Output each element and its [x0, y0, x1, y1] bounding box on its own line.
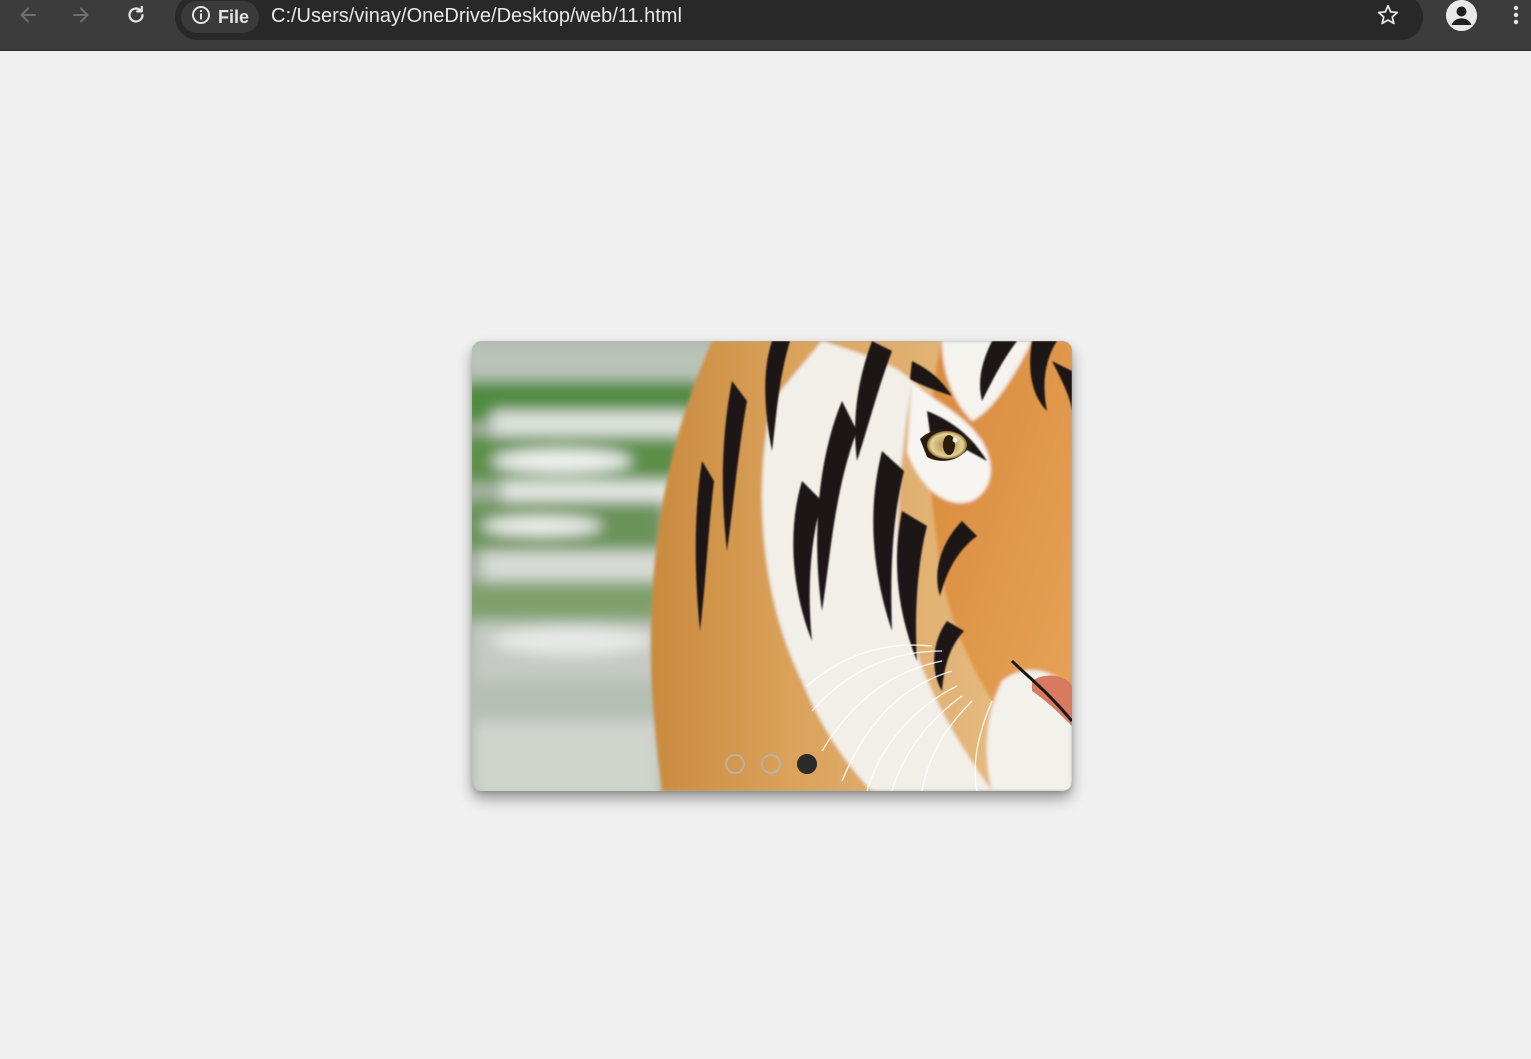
bookmark-button[interactable] [1373, 2, 1403, 32]
slider-dot-1[interactable] [725, 754, 745, 774]
back-arrow-icon [17, 4, 39, 26]
image-slider [472, 341, 1072, 791]
forward-button[interactable] [63, 0, 99, 30]
browser-toolbar: File C:/Users/vinay/OneDrive/Desktop/web… [0, 0, 1531, 51]
info-icon [191, 5, 211, 30]
back-button[interactable] [10, 0, 46, 30]
profile-avatar-icon [1446, 0, 1477, 31]
address-bar[interactable]: File C:/Users/vinay/OneDrive/Desktop/web… [175, 0, 1423, 40]
star-icon [1376, 3, 1400, 32]
reload-icon [125, 4, 147, 26]
tiger-face-photo [472, 341, 1072, 791]
slider-dot-3-active[interactable] [797, 754, 817, 774]
forward-arrow-icon [70, 4, 92, 26]
url-text[interactable]: C:/Users/vinay/OneDrive/Desktop/web/11.h… [271, 2, 682, 30]
profile-button[interactable] [1446, 0, 1477, 31]
browser-menu-button[interactable] [1505, 2, 1527, 30]
site-info-label: File [218, 6, 250, 27]
reload-button[interactable] [118, 0, 154, 30]
site-info-chip[interactable]: File [181, 1, 259, 33]
kebab-menu-icon [1505, 5, 1527, 34]
slider-dots [472, 754, 1071, 774]
slider-dot-2[interactable] [761, 754, 781, 774]
